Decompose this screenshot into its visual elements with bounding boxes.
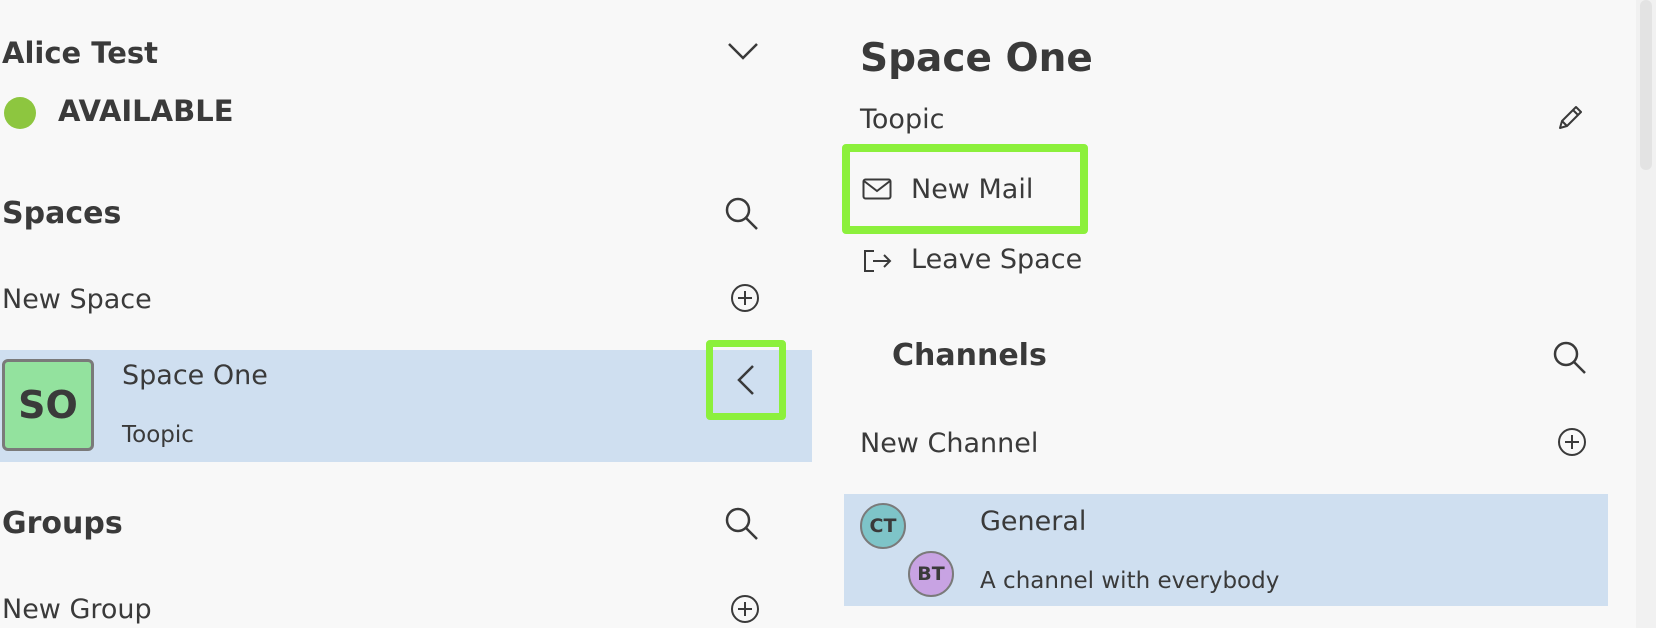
space-avatar: SO [2,359,94,451]
new-space-button[interactable]: New Space [2,284,152,315]
chevron-left-icon [736,363,756,397]
scrollbar-thumb[interactable] [1640,0,1652,170]
space-topic: Toopic [122,422,194,448]
new-group-button[interactable]: New Group [2,594,152,625]
member-avatar: CT [860,503,906,549]
new-channel-button[interactable]: New Channel [860,428,1038,459]
collapse-space-button[interactable] [706,340,786,420]
space-detail-topic: Toopic [860,104,945,135]
space-name: Space One [122,360,268,391]
status-indicator [4,97,36,129]
leave-icon [862,248,894,274]
add-space-icon[interactable] [730,283,760,313]
add-channel-icon[interactable] [1557,427,1587,457]
channels-section-title: Channels [892,338,1047,373]
search-spaces-icon[interactable] [724,196,760,232]
status-label: AVAILABLE [58,94,234,128]
channel-description: A channel with everybody [980,568,1280,594]
channel-name: General [980,506,1087,537]
spaces-section-title: Spaces [2,196,122,231]
mail-icon [862,178,892,200]
groups-section-title: Groups [2,506,123,541]
space-detail-title: Space One [860,36,1093,81]
chevron-down-icon[interactable] [726,40,760,62]
member-avatar: BT [908,551,954,597]
edit-topic-icon[interactable] [1554,102,1586,134]
leave-space-button[interactable]: Leave Space [911,244,1082,275]
search-channels-icon[interactable] [1552,340,1588,376]
user-name: Alice Test [2,36,159,70]
add-group-icon[interactable] [730,594,760,624]
new-mail-button[interactable]: New Mail [911,174,1033,205]
search-groups-icon[interactable] [724,506,760,542]
